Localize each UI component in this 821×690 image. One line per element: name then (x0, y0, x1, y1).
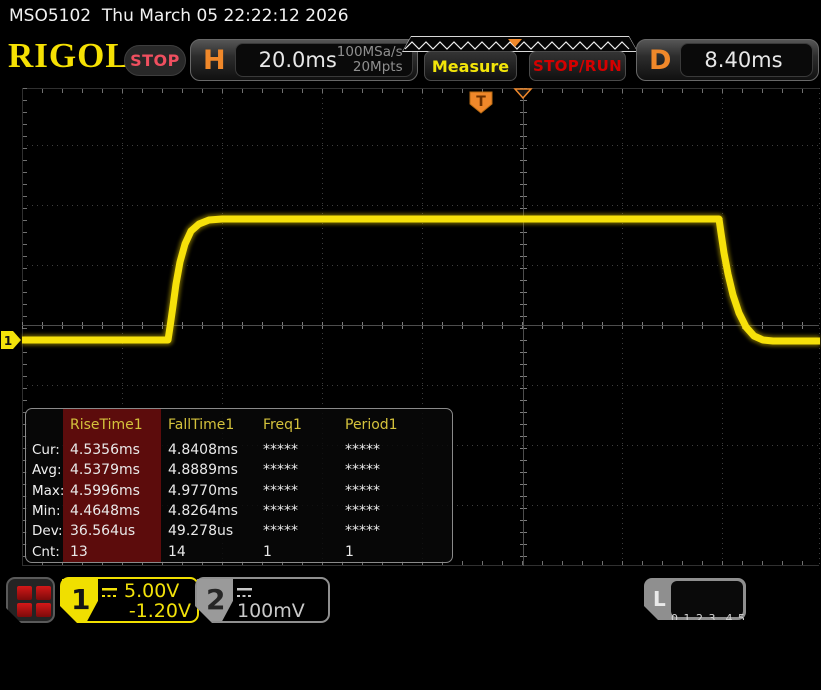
measure-value: 4.5379ms (63, 460, 161, 480)
channel2-scale: 100mV (237, 600, 305, 622)
graticule-vline (819, 88, 820, 566)
measure-value: 36.564us (63, 521, 161, 541)
horizontal-settings-block[interactable]: H 20.0ms 100MSa/s 20Mpts (190, 39, 418, 81)
horizontal-label: H (203, 45, 226, 76)
la-channels-row1: 0 1 2 3 4 5 6 7 (671, 612, 743, 625)
measure-value: 4.4648ms (63, 501, 161, 521)
measure-table-corner (26, 409, 63, 440)
measure-col-header: Period1 (338, 409, 452, 440)
measure-row-label: Dev: (26, 521, 63, 541)
measure-value: 4.8889ms (161, 460, 256, 480)
measure-value: 4.5356ms (63, 440, 161, 460)
channel2-number-tab: 2 (197, 579, 233, 621)
measure-value: ***** (256, 440, 338, 460)
channel1-offset: -1.20V (102, 601, 191, 621)
channel1-scale: 5.00V (124, 580, 179, 602)
stop-run-button[interactable]: STOP/RUN (529, 51, 626, 81)
measure-row-label: Avg: (26, 460, 63, 480)
measure-row-label: Max: (26, 481, 63, 501)
rigol-logo: RIGOL (8, 38, 130, 74)
measure-value: ***** (256, 501, 338, 521)
measure-value: 4.5996ms (63, 481, 161, 501)
channel1-status-box[interactable]: 1 5.00V -1.20V (60, 577, 199, 623)
measure-value: 1 (338, 542, 452, 562)
measure-value: 13 (63, 542, 161, 562)
measure-value: 4.8264ms (161, 501, 256, 521)
trigger-position-flag[interactable] (470, 92, 492, 113)
delay-settings-block[interactable]: D 8.40ms (636, 39, 819, 81)
logic-analyzer-status-box[interactable]: L 0 1 2 3 4 5 6 7 8 9 1011 12131415 (644, 578, 746, 620)
trigger-flag-label: T (476, 94, 486, 110)
measure-value: 4.9770ms (161, 481, 256, 501)
channel1-readout: 5.00V -1.20V (102, 581, 191, 619)
acquisition-status-badge: STOP (124, 45, 186, 76)
measure-value: 49.278us (161, 521, 256, 541)
logic-analyzer-channels: 0 1 2 3 4 5 6 7 8 9 1011 12131415 (671, 581, 743, 617)
graticule-vertical-axis (520, 88, 527, 566)
menu-grid-icon[interactable] (6, 577, 55, 623)
dc-coupling-icon (102, 588, 117, 597)
channel2-readout: 100mV 0.00V (237, 581, 322, 619)
timebase-box: 20.0ms 100MSa/s 20Mpts (235, 43, 413, 77)
delay-value: 8.40ms (704, 48, 803, 72)
ch1-offset-marker-label: 1 (4, 334, 12, 348)
timebase-value: 20.0ms (259, 48, 337, 72)
ch1-offset-marker[interactable] (1, 331, 21, 349)
sample-rate-memdepth: 100MSa/s 20Mpts (337, 45, 403, 75)
channel1-number-tab: 1 (62, 579, 98, 621)
measure-value: ***** (256, 460, 338, 480)
measure-value: ***** (338, 440, 452, 460)
measure-value: ***** (338, 460, 452, 480)
channel2-status-box[interactable]: 2 100mV 0.00V (195, 577, 330, 623)
measure-col-header: FallTime1 (161, 409, 256, 440)
graticule-horizontal-axis (22, 322, 819, 329)
logic-analyzer-label: L (653, 587, 666, 611)
menu-grid-square (36, 586, 51, 600)
delay-label: D (649, 45, 671, 76)
menu-grid-square (17, 603, 32, 617)
menu-grid-square (17, 586, 32, 600)
graticule-hline (22, 265, 819, 266)
dc-coupling-icon (237, 588, 252, 597)
menu-grid-square (36, 603, 51, 617)
titlebar-text: MSO5102 Thu March 05 22:22:12 2026 (0, 0, 821, 32)
channel2-offset: 0.00V (237, 621, 322, 641)
measure-row-label: Cur: (26, 440, 63, 460)
measure-button[interactable]: Measure (424, 51, 517, 81)
measure-value: 4.8408ms (161, 440, 256, 460)
measure-value: ***** (256, 481, 338, 501)
la-channels-row2: 8 9 1011 12131415 (671, 651, 743, 664)
measure-value: ***** (338, 501, 452, 521)
memory-overview-waveform (403, 37, 637, 51)
memory-overview-bar[interactable] (402, 36, 638, 52)
measure-col-header: Freq1 (256, 409, 338, 440)
delay-box: 8.40ms (680, 43, 813, 77)
measure-value: ***** (338, 481, 452, 501)
measure-row-label: Cnt: (26, 542, 63, 562)
memory-depth: 20Mpts (353, 59, 403, 75)
measure-col-header: RiseTime1 (63, 409, 161, 440)
graticule-hline (22, 145, 819, 146)
graticule-hline (22, 385, 819, 386)
overview-zigzag-icon (403, 38, 637, 52)
graticule-hline (22, 205, 819, 206)
sample-rate: 100MSa/s (337, 44, 403, 60)
measure-value: 1 (256, 542, 338, 562)
graticule-top-ticks (22, 88, 819, 93)
measure-value: ***** (338, 521, 452, 541)
measure-value: 14 (161, 542, 256, 562)
measure-value: ***** (256, 521, 338, 541)
measure-row-label: Min: (26, 501, 63, 521)
measurement-results-panel[interactable]: RiseTime1FallTime1Freq1Period1 Cur:4.5356… (25, 408, 453, 563)
measurement-grid: RiseTime1FallTime1Freq1Period1 Cur:4.5356… (26, 409, 452, 562)
